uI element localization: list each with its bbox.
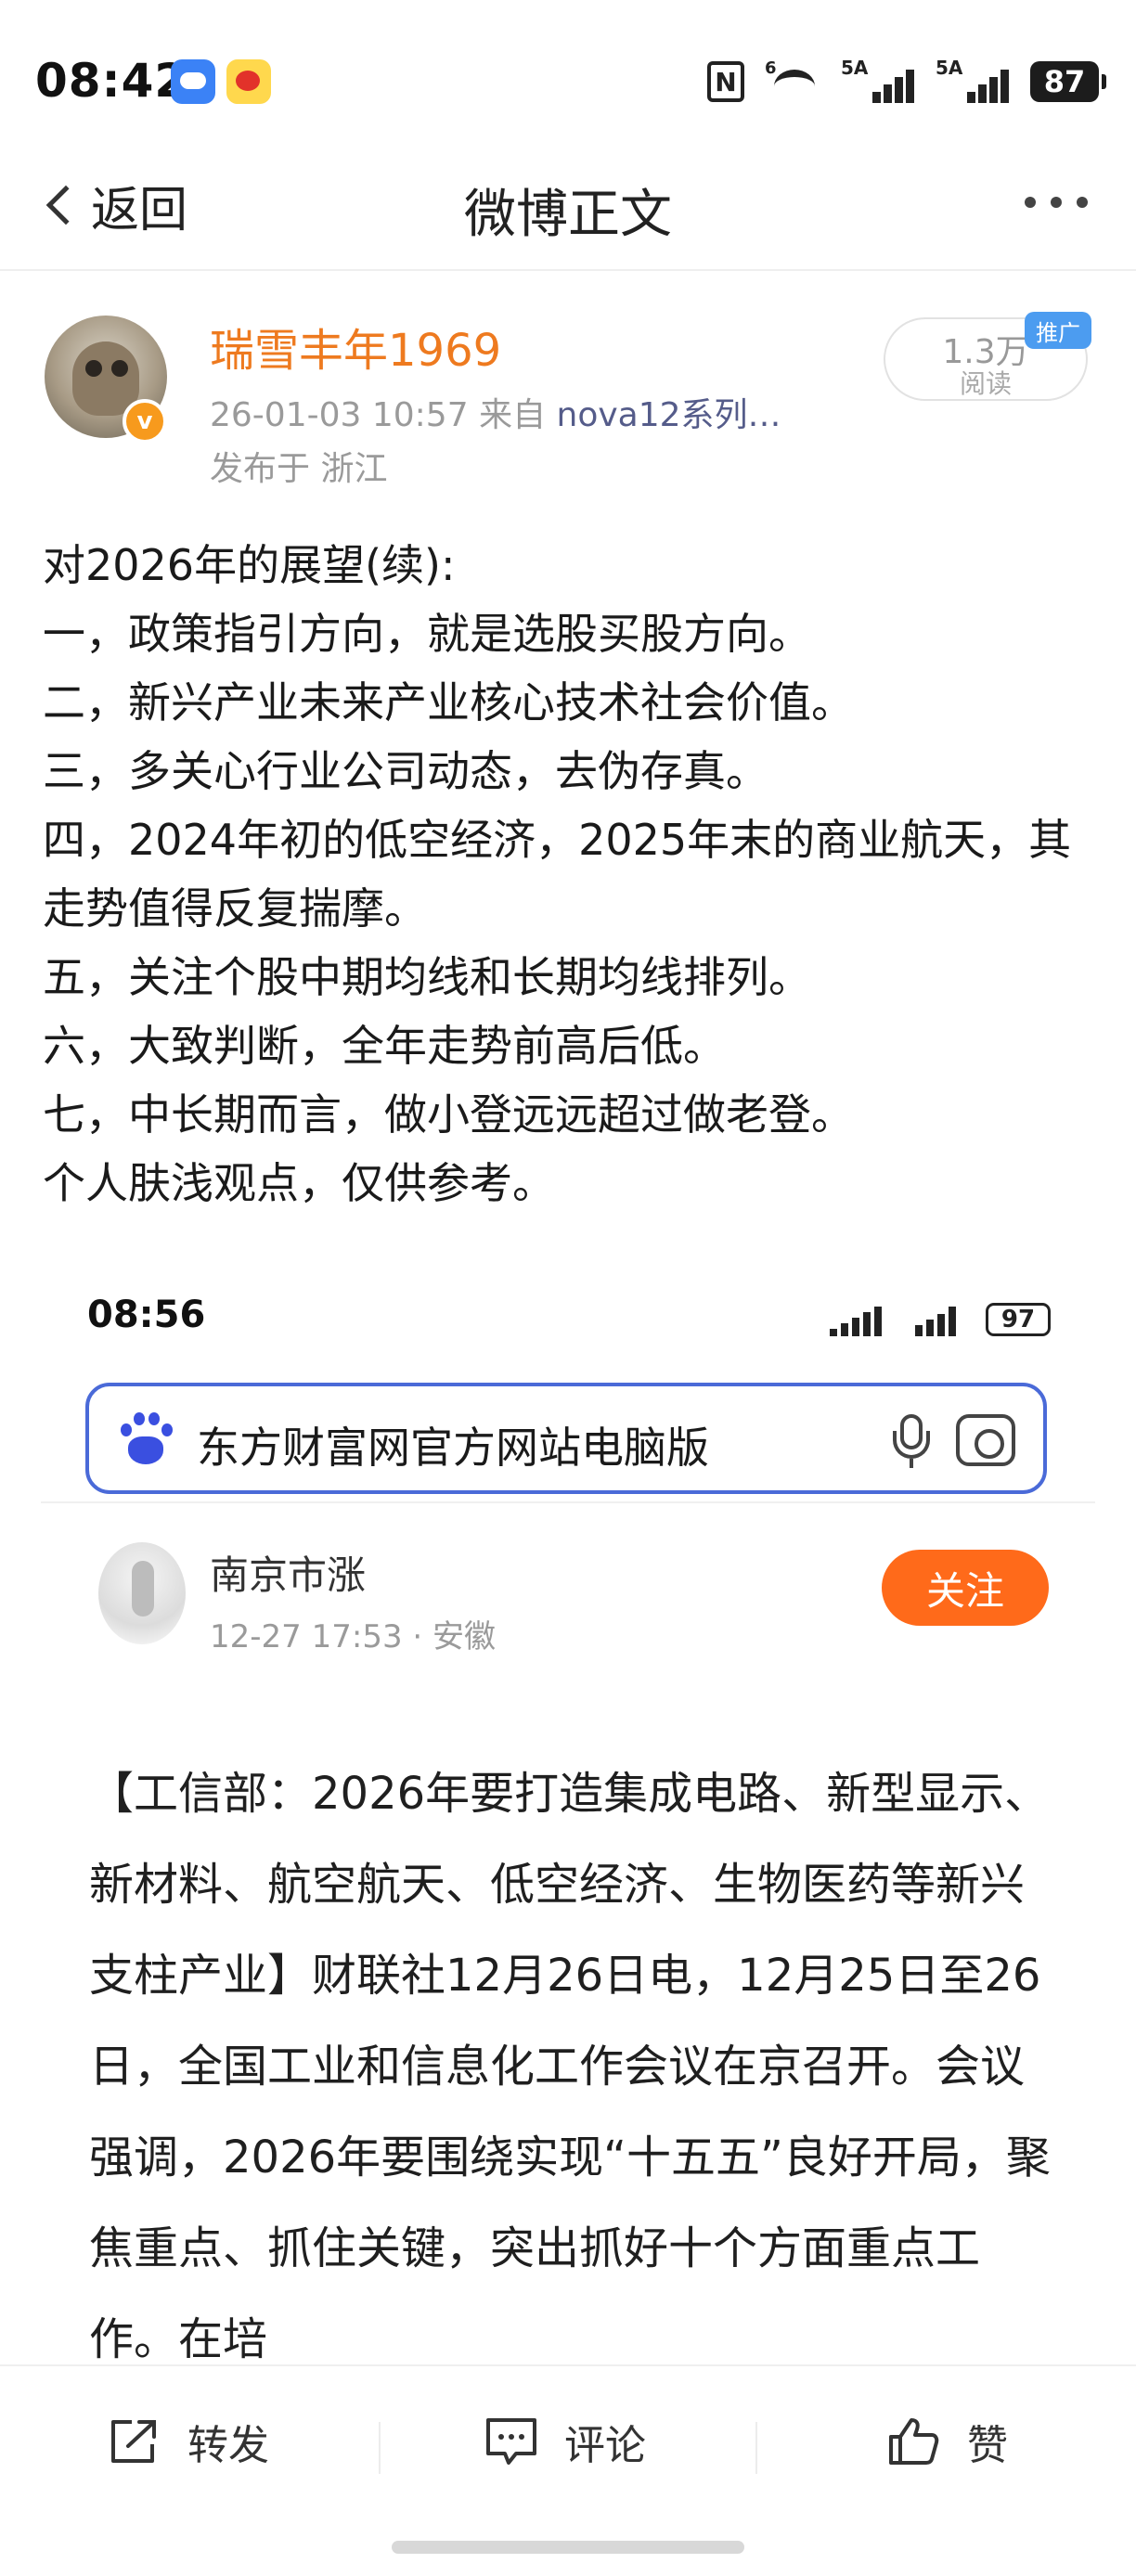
status-time: 08:42 bbox=[35, 54, 188, 108]
post-line: 对2026年的展望(续): bbox=[43, 540, 456, 590]
post-line: 五，关注个股中期均线和长期均线排列。 bbox=[43, 952, 811, 1002]
embedded-signal-icon-2 bbox=[908, 1305, 969, 1336]
baidu-paw-icon bbox=[117, 1410, 173, 1466]
more-dots-icon bbox=[1025, 197, 1036, 208]
post-line: 二，新兴产业未来产业核心技术社会价值。 bbox=[43, 677, 854, 728]
battery-icon: 87 bbox=[1030, 61, 1106, 102]
post-meta: 26-01-03 10:57 来自 nova12系列… bbox=[210, 388, 781, 436]
status-indicators: N 6 5A 5A 87 bbox=[707, 56, 1106, 108]
source-device[interactable]: nova12系列… bbox=[557, 396, 781, 434]
like-label: 赞 bbox=[967, 2422, 1008, 2469]
embedded-search-text: 东方财富网官方网站电脑版 bbox=[197, 1423, 709, 1473]
post-line: 一，政策指引方向，就是选股买股方向。 bbox=[43, 609, 811, 659]
nfc-icon: N bbox=[707, 61, 744, 102]
embedded-article-paragraph: 【工信部：2026年要打造集成电路、新型显示、新材料、航空航天、低空经济、生物医… bbox=[89, 1768, 1051, 2365]
wifi-version-label: 6 bbox=[765, 58, 777, 78]
repost-label: 转发 bbox=[187, 2422, 269, 2469]
more-options-button[interactable] bbox=[1025, 197, 1088, 208]
embedded-status-indicators: 97 bbox=[830, 1299, 1051, 1336]
embedded-signal-icon bbox=[830, 1305, 891, 1336]
embedded-post-meta: 12-27 17:53 · 安徽 bbox=[210, 1618, 497, 1655]
post-line: 七，中长期而言，做小登远远超过做老登。 bbox=[43, 1089, 854, 1140]
embedded-follow-button: 关注 bbox=[882, 1550, 1049, 1626]
embedded-divider bbox=[41, 1501, 1095, 1503]
verified-badge-icon: v bbox=[123, 399, 167, 444]
post-body: 对2026年的展望(续): 一，政策指引方向，就是选股买股方向。 二，新兴产业未… bbox=[43, 531, 1101, 1217]
like-button[interactable]: 赞 bbox=[887, 2409, 1008, 2474]
sim2-label: 5A bbox=[936, 57, 963, 79]
nav-bar: 返回 微博正文 bbox=[0, 139, 1136, 271]
embedded-status-time: 08:56 bbox=[87, 1294, 206, 1336]
action-divider bbox=[755, 2422, 757, 2474]
embedded-author-avatar bbox=[98, 1542, 186, 1644]
action-divider bbox=[379, 2422, 381, 2474]
weibo-app-icon bbox=[226, 59, 271, 104]
source-prefix: 来自 bbox=[479, 396, 547, 434]
home-indicator[interactable] bbox=[392, 2541, 744, 2554]
post-line: 四，2024年初的低空经济，2025年末的商业航天，其走势值得反复揣摩。 bbox=[43, 815, 1072, 934]
post-line: 六，大致判断，全年走势前高后低。 bbox=[43, 1021, 726, 1071]
post-location: 发布于 浙江 bbox=[210, 450, 388, 488]
author-name[interactable]: 瑞雪丰年1969 bbox=[210, 314, 501, 379]
signal-icon-sim2: 5A bbox=[936, 57, 1010, 103]
thumbs-up-icon bbox=[889, 2418, 939, 2465]
comment-icon bbox=[486, 2418, 536, 2465]
embedded-article-text: 【工信部：2026年要打造集成电路、新型显示、新材料、航空航天、低空经济、生物医… bbox=[89, 1748, 1054, 2385]
page-title: 微博正文 bbox=[464, 185, 672, 245]
repost-button[interactable]: 转发 bbox=[108, 2409, 269, 2474]
comment-label: 评论 bbox=[564, 2422, 646, 2469]
embedded-battery-icon: 97 bbox=[986, 1303, 1051, 1336]
wifi-icon: 6 bbox=[765, 58, 820, 103]
camera-icon bbox=[956, 1414, 1015, 1466]
promo-tag: 推广 bbox=[1025, 312, 1091, 349]
read-label: 阅读 bbox=[959, 368, 1012, 399]
microphone-icon bbox=[885, 1410, 937, 1470]
signal-icon-sim1: 5A bbox=[841, 57, 915, 103]
post-line: 个人肤浅观点，仅供参考。 bbox=[43, 1158, 555, 1208]
post-date: 26-01-03 10:57 bbox=[210, 396, 469, 434]
embedded-search-bar: 东方财富网官方网站电脑版 bbox=[85, 1383, 1047, 1494]
share-icon bbox=[111, 2420, 156, 2463]
embedded-author-name: 南京市涨 bbox=[210, 1552, 367, 1598]
status-bar: 08:42 N 6 5A 5A 87 bbox=[0, 0, 1136, 139]
weather-app-icon bbox=[171, 59, 215, 104]
comment-button[interactable]: 评论 bbox=[484, 2409, 646, 2474]
sim1-label: 5A bbox=[841, 57, 869, 79]
post-line: 三，多关心行业公司动态，去伪存真。 bbox=[43, 746, 768, 796]
